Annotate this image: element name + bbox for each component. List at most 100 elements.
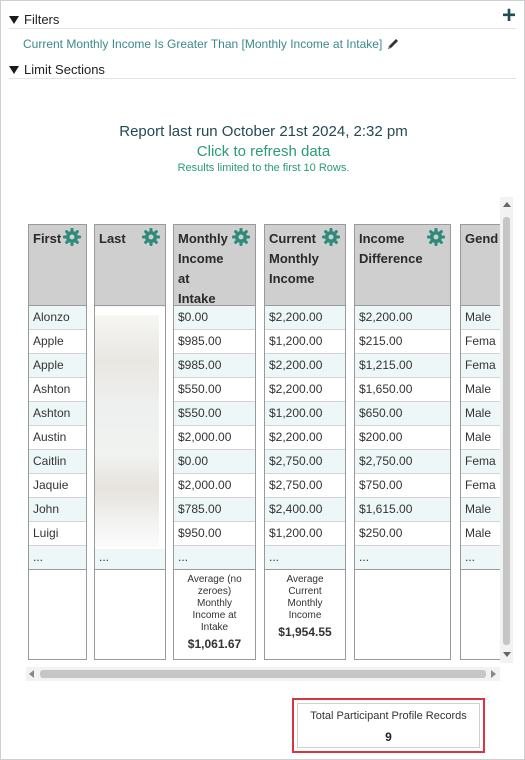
table-cell: $1,200.00 [265, 522, 345, 546]
table-cell: ... [461, 546, 500, 570]
table-cell: Alonzo [29, 306, 86, 330]
column-header-label: Last [99, 231, 126, 246]
filter-condition[interactable]: Current Monthly Income Is Greater Than [… [23, 37, 400, 51]
table-cell: Male [461, 498, 500, 522]
table-cell: ... [174, 546, 255, 570]
table-cell: $1,200.00 [265, 402, 345, 426]
table-cell: Male [461, 402, 500, 426]
table-cell: $550.00 [174, 402, 255, 426]
table-cell: $2,750.00 [265, 450, 345, 474]
column-header[interactable]: Income Difference [355, 225, 450, 306]
column-header[interactable]: Monthly Income at Intake [174, 225, 255, 306]
total-records-value: 9 [385, 730, 392, 744]
table-cell: $650.00 [355, 402, 450, 426]
column-income-difference: Income Difference $2,200.00 $215.00 $1,2… [354, 224, 451, 660]
table-cell: $2,000.00 [174, 426, 255, 450]
column-header-label: First [33, 231, 62, 246]
vertical-scroll-thumb[interactable] [503, 217, 510, 645]
table-cell: Male [461, 378, 500, 402]
table-cell: $2,400.00 [265, 498, 345, 522]
collapse-triangle-icon [9, 65, 19, 74]
table-cell: Luigi [29, 522, 86, 546]
column-gender: Gend Male Fema Fema Male Male Male Fema … [460, 224, 500, 660]
summary-value: $1,954.55 [278, 625, 332, 639]
gear-icon[interactable] [141, 227, 161, 247]
table-cell: $2,750.00 [355, 450, 450, 474]
column-current-monthly-income: Current Monthly Income $2,200.00 $1,200.… [264, 224, 346, 660]
filters-toggle[interactable]: Filters [9, 12, 59, 27]
table-cell: Male [461, 306, 500, 330]
filters-title: Filters [24, 12, 60, 27]
column-header[interactable]: Last [95, 225, 165, 306]
table-cell: Ashton [29, 378, 86, 402]
scroll-left-arrow-icon[interactable] [29, 670, 34, 678]
table-cell: $200.00 [355, 426, 450, 450]
table-cell: $1,215.00 [355, 354, 450, 378]
total-records-label: Total Participant Profile Records [310, 710, 467, 722]
horizontal-scrollbar[interactable] [26, 667, 500, 681]
gear-icon[interactable] [426, 227, 446, 247]
table-cell: ... [355, 546, 450, 570]
column-first: First Alonzo Apple Apple Ashton Ashton A… [28, 224, 87, 660]
table-cell: Male [461, 522, 500, 546]
add-filter-button[interactable]: + [502, 4, 516, 28]
table-cell: $2,200.00 [355, 306, 450, 330]
limit-sections-title: Limit Sections [24, 62, 105, 77]
pencil-icon[interactable] [386, 37, 400, 51]
table-cell: Fema [461, 450, 500, 474]
table-cell: Ashton [29, 402, 86, 426]
vertical-scrollbar[interactable] [500, 197, 513, 663]
table-cell: $2,200.00 [265, 306, 345, 330]
table-cell: $0.00 [174, 306, 255, 330]
table-cell: $2,200.00 [265, 354, 345, 378]
table-cell: Fema [461, 354, 500, 378]
column-header-label: Income Difference [359, 231, 423, 266]
table-cell: Caitlin [29, 450, 86, 474]
rows-limit-note: Results limited to the first 10 Rows. [177, 162, 350, 174]
column-header[interactable]: Current Monthly Income [265, 225, 345, 306]
scroll-down-arrow-icon[interactable] [503, 652, 511, 657]
total-records-highlight: Total Participant Profile Records 9 [292, 698, 485, 753]
table-cell: $1,200.00 [265, 330, 345, 354]
summary-label: Average (no zeroes) Monthly Income at In… [187, 574, 242, 633]
table-cell: Fema [461, 474, 500, 498]
refresh-data-link[interactable]: Click to refresh data [1, 143, 525, 160]
column-header[interactable]: First [29, 225, 86, 306]
column-last: Last ... [94, 224, 166, 660]
gear-icon[interactable] [62, 227, 82, 247]
collapse-triangle-icon [9, 15, 19, 24]
table-cell: $215.00 [355, 330, 450, 354]
table-cell: $250.00 [355, 522, 450, 546]
table-cell: $985.00 [174, 354, 255, 378]
divider [9, 28, 516, 29]
table-cell: ... [29, 546, 86, 570]
column-header[interactable]: Gend [461, 225, 500, 306]
report-grid: First Alonzo Apple Apple Ashton Ashton A… [26, 214, 500, 662]
gear-icon[interactable] [231, 227, 251, 247]
scroll-right-arrow-icon[interactable] [491, 670, 496, 678]
table-cell: Male [461, 426, 500, 450]
gear-icon[interactable] [321, 227, 341, 247]
table-cell: $1,615.00 [355, 498, 450, 522]
report-last-run: Report last run October 21st 2024, 2:32 … [119, 123, 408, 140]
table-cell: $950.00 [174, 522, 255, 546]
table-cell: $2,750.00 [265, 474, 345, 498]
limit-sections-toggle[interactable]: Limit Sections [9, 62, 105, 77]
table-cell: $550.00 [174, 378, 255, 402]
table-cell: $2,200.00 [265, 378, 345, 402]
table-cell: $0.00 [174, 450, 255, 474]
scroll-up-arrow-icon[interactable] [503, 202, 511, 207]
column-header-label: Current Monthly Income [269, 231, 319, 286]
summary-label: Average Current Monthly Income [286, 574, 324, 621]
filter-condition-text: Current Monthly Income Is Greater Than [… [23, 37, 383, 51]
table-cell: John [29, 498, 86, 522]
table-cell: Fema [461, 330, 500, 354]
redaction-blur [95, 315, 159, 547]
table-cell: Apple [29, 354, 86, 378]
table-cell: ... [95, 546, 165, 570]
report-panel: Filters + Current Monthly Income Is Grea… [0, 0, 525, 760]
column-summary: Average (no zeroes) Monthly Income at In… [174, 570, 255, 654]
column-header-label: Monthly Income at Intake [178, 231, 228, 306]
horizontal-scroll-thumb[interactable] [40, 670, 486, 678]
table-cell: Austin [29, 426, 86, 450]
